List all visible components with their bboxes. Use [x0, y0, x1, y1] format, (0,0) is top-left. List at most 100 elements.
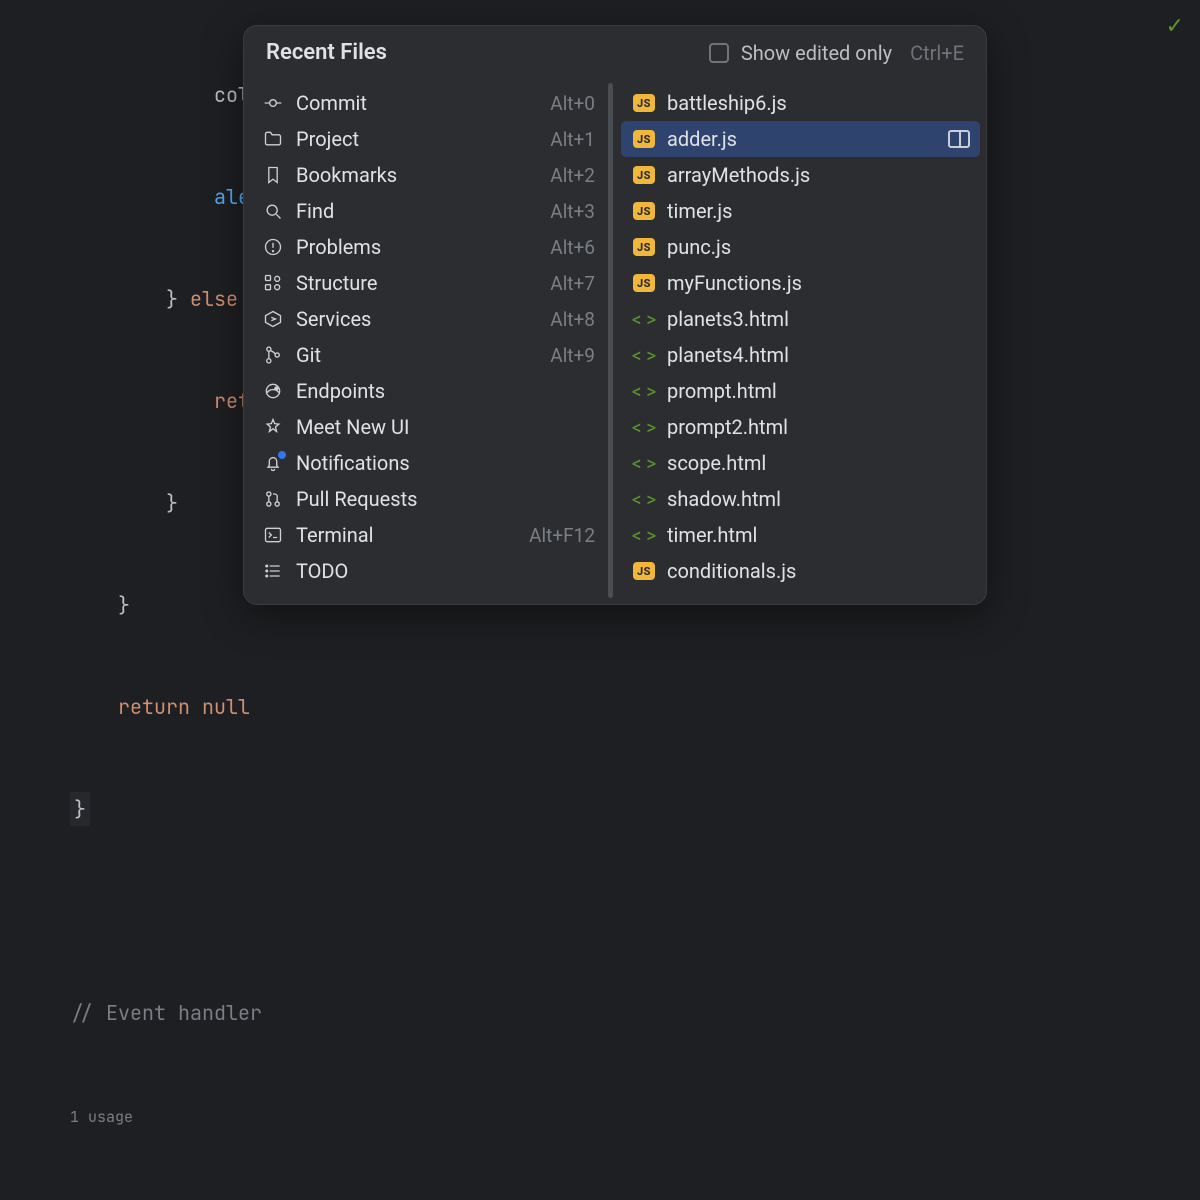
file-item[interactable]: < > planets4.html — [621, 337, 980, 373]
todo-icon — [262, 560, 284, 582]
tool-item-label: Structure — [296, 271, 538, 295]
tool-item-find[interactable]: Find Alt+3 — [250, 193, 605, 229]
file-item[interactable]: < > timer.html — [621, 517, 980, 553]
show-edited-only-shortcut: Ctrl+E — [910, 41, 964, 65]
tool-item-pullreq[interactable]: Pull Requests — [250, 481, 605, 517]
js-file-icon: JS — [633, 128, 655, 150]
file-item[interactable]: JSconditionals.js — [621, 553, 980, 589]
git-icon — [262, 344, 284, 366]
file-item-label: prompt.html — [667, 379, 970, 403]
file-item-label: myFunctions.js — [667, 271, 970, 295]
project-icon — [262, 128, 284, 150]
tool-item-label: Services — [296, 307, 538, 331]
popup-header: Recent Files Show edited only Ctrl+E — [244, 26, 986, 77]
commit-icon — [262, 92, 284, 114]
tool-item-shortcut: Alt+1 — [550, 128, 595, 151]
open-in-split-icon[interactable] — [948, 130, 970, 148]
file-item[interactable]: < > prompt2.html — [621, 409, 980, 445]
tool-item-label: Bookmarks — [296, 163, 538, 187]
tool-windows-panel[interactable]: Commit Alt+0 Project Alt+1 Bookmarks Alt+2 Fin… — [244, 77, 615, 604]
js-file-icon: JS — [633, 560, 655, 582]
tool-item-meetui[interactable]: Meet New UI — [250, 409, 605, 445]
tool-item-terminal[interactable]: Terminal Alt+F12 — [250, 517, 605, 553]
endpoints-icon — [262, 380, 284, 402]
file-item[interactable]: JS timer.js — [621, 193, 980, 229]
problems-icon — [262, 236, 284, 258]
tool-item-label: Endpoints — [296, 379, 583, 403]
bookmark-icon — [262, 164, 284, 186]
popup-title: Recent Files — [266, 40, 697, 65]
show-edited-only-checkbox[interactable] — [709, 43, 729, 63]
tool-item-todo[interactable]: TODO — [250, 553, 605, 589]
file-item[interactable]: < > planets3.html — [621, 301, 980, 337]
tool-item-label: Pull Requests — [296, 487, 583, 511]
file-item-label: adder.js — [667, 127, 970, 151]
file-item-label: punc.js — [667, 235, 970, 259]
tool-item-label: TODO — [296, 559, 583, 583]
html-file-icon: < > — [633, 380, 655, 402]
js-file-icon: JS — [633, 92, 655, 114]
js-file-icon: JS — [633, 272, 655, 294]
html-file-icon: < > — [633, 416, 655, 438]
tool-item-label: Project — [296, 127, 538, 151]
file-item[interactable]: JSarrayMethods.js — [621, 157, 980, 193]
tool-item-problems[interactable]: Problems Alt+6 — [250, 229, 605, 265]
tool-item-shortcut: Alt+6 — [550, 236, 595, 259]
recent-files-popup: Recent Files Show edited only Ctrl+E Com… — [243, 25, 987, 605]
file-item-label: planets4.html — [667, 343, 970, 367]
file-item-label: timer.html — [667, 523, 970, 547]
tool-item-git[interactable]: Git Alt+9 — [250, 337, 605, 373]
tool-item-shortcut: Alt+2 — [550, 164, 595, 187]
structure-icon — [262, 272, 284, 294]
file-item-label: prompt2.html — [667, 415, 970, 439]
file-item-label: shadow.html — [667, 487, 970, 511]
services-icon — [262, 308, 284, 330]
tool-item-shortcut: Alt+9 — [550, 344, 595, 367]
tool-item-shortcut: Alt+F12 — [529, 524, 595, 547]
tool-item-label: Meet New UI — [296, 415, 583, 439]
terminal-icon — [262, 524, 284, 546]
tool-item-notifications[interactable]: Notifications — [250, 445, 605, 481]
file-item-label: battleship6.js — [667, 91, 970, 115]
html-file-icon: < > — [633, 488, 655, 510]
pullreq-icon — [262, 488, 284, 510]
file-item-label: timer.js — [667, 199, 970, 223]
file-item[interactable]: JS myFunctions.js — [621, 265, 980, 301]
file-item[interactable]: JSpunc.js — [621, 229, 980, 265]
notifications-icon — [262, 452, 284, 474]
file-item[interactable]: < > shadow.html — [621, 481, 980, 517]
tool-item-label: Terminal — [296, 523, 517, 547]
recent-files-panel[interactable]: JS battleship6.js JS adder.js JSarrayMethods… — [615, 77, 986, 604]
tool-item-structure[interactable]: Structure Alt+7 — [250, 265, 605, 301]
tool-item-label: Git — [296, 343, 538, 367]
html-file-icon: < > — [633, 344, 655, 366]
tool-item-label: Find — [296, 199, 538, 223]
tool-item-project[interactable]: Project Alt+1 — [250, 121, 605, 157]
tool-item-shortcut: Alt+0 — [550, 92, 595, 115]
tool-item-shortcut: Alt+3 — [550, 200, 595, 223]
file-item[interactable]: < > scope.html — [621, 445, 980, 481]
tool-item-label: Commit — [296, 91, 538, 115]
tool-item-bookmark[interactable]: Bookmarks Alt+2 — [250, 157, 605, 193]
file-item-label: planets3.html — [667, 307, 970, 331]
file-item[interactable]: JS adder.js — [621, 121, 980, 157]
inspection-ok-icon[interactable]: ✓ — [1166, 14, 1184, 39]
js-file-icon: JS — [633, 164, 655, 186]
tool-item-services[interactable]: Services Alt+8 — [250, 301, 605, 337]
tool-item-endpoints[interactable]: Endpoints — [250, 373, 605, 409]
meetui-icon — [262, 416, 284, 438]
html-file-icon: < > — [633, 308, 655, 330]
file-item[interactable]: JS battleship6.js — [621, 85, 980, 121]
js-file-icon: JS — [633, 200, 655, 222]
tool-item-shortcut: Alt+7 — [550, 272, 595, 295]
file-item[interactable]: < > prompt.html — [621, 373, 980, 409]
html-file-icon: < > — [633, 452, 655, 474]
file-item-label: scope.html — [667, 451, 970, 475]
tool-item-commit[interactable]: Commit Alt+0 — [250, 85, 605, 121]
html-file-icon: < > — [633, 524, 655, 546]
tool-item-label: Problems — [296, 235, 538, 259]
tool-item-label: Notifications — [296, 451, 583, 475]
tool-item-shortcut: Alt+8 — [550, 308, 595, 331]
find-icon — [262, 200, 284, 222]
show-edited-only-label[interactable]: Show edited only — [741, 41, 892, 65]
